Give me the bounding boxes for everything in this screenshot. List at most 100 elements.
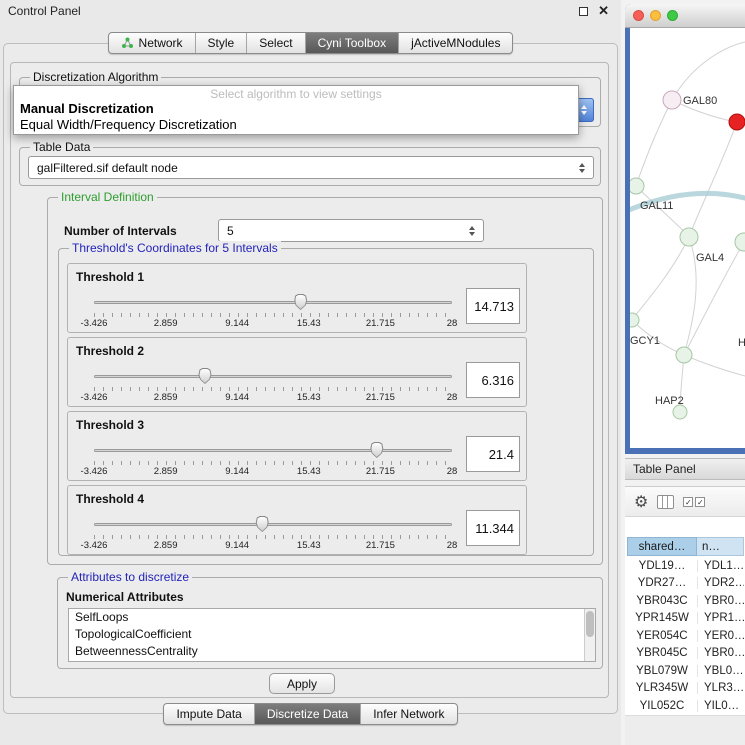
float-window-icon[interactable] bbox=[579, 7, 588, 16]
apply-button[interactable]: Apply bbox=[269, 673, 335, 694]
table-data-combobox[interactable]: galFiltered.sif default node bbox=[28, 156, 594, 179]
node-gal4[interactable] bbox=[680, 228, 698, 246]
list-item[interactable]: SelfLoops bbox=[69, 609, 595, 626]
table-body: YDL19…YDL1… YDR27…YDR2… YBR043CYBR0… YPR… bbox=[627, 557, 745, 715]
slider-thumb[interactable] bbox=[294, 294, 307, 310]
cell: YBR0… bbox=[697, 595, 744, 607]
list-item[interactable]: BetweennessCentrality bbox=[69, 643, 595, 660]
network-icon bbox=[121, 37, 134, 49]
combobox-arrows-icon[interactable] bbox=[579, 163, 585, 173]
network-canvas[interactable]: GAL80 GAL11 GAL4 GCY1 HAP2 H bbox=[630, 28, 745, 448]
tab-network[interactable]: Network bbox=[109, 33, 195, 53]
table-row[interactable]: YLR345WYLR3… bbox=[627, 680, 745, 698]
tab-infer-network[interactable]: Infer Network bbox=[360, 704, 456, 724]
node-gal80[interactable] bbox=[663, 91, 681, 109]
node-gal11[interactable] bbox=[630, 178, 644, 194]
scale-label: 2.859 bbox=[154, 540, 178, 551]
scale-label: 9.144 bbox=[225, 318, 249, 329]
numerical-attributes-list[interactable]: SelfLoops TopologicalCoefficient Between… bbox=[68, 608, 596, 662]
table-row[interactable]: YPR145WYPR1… bbox=[627, 610, 745, 628]
cell: YER054C bbox=[627, 630, 697, 642]
table-bottom-strip bbox=[625, 715, 745, 745]
mac-zoom-icon[interactable] bbox=[667, 10, 678, 21]
gear-icon[interactable] bbox=[634, 492, 648, 512]
table-row[interactable]: YIL052CYIL0… bbox=[627, 697, 745, 715]
checkbox-icon[interactable] bbox=[695, 497, 705, 507]
scale-label: 28 bbox=[447, 540, 458, 551]
popup-item-equal-width[interactable]: Equal Width/Frequency Discretization bbox=[14, 117, 578, 133]
table-panel-title: Table Panel bbox=[633, 462, 696, 476]
tab-impute-data-label: Impute Data bbox=[176, 707, 241, 721]
node-selected-red[interactable] bbox=[729, 114, 745, 130]
slider-track[interactable] bbox=[94, 523, 452, 526]
table-row[interactable]: YER054CYER0… bbox=[627, 627, 745, 645]
table-data-group: Table Data galFiltered.sif default node bbox=[19, 147, 601, 186]
table-row[interactable]: YBR045CYBR0… bbox=[627, 645, 745, 663]
list-scrollbar[interactable] bbox=[584, 609, 595, 661]
column-header-shared-name[interactable]: shared… bbox=[627, 537, 697, 556]
table-data-selected-value: galFiltered.sif default node bbox=[37, 161, 178, 175]
tab-cyni-toolbox[interactable]: Cyni Toolbox bbox=[305, 33, 398, 53]
scrollbar-thumb[interactable] bbox=[586, 611, 594, 637]
interval-definition-group: Interval Definition Number of Intervals … bbox=[47, 197, 603, 565]
node[interactable] bbox=[735, 233, 745, 251]
threshold-2-panel: Threshold 2 -3.426 2.859 9.144 15.43 21.… bbox=[67, 337, 527, 407]
scale-label: 21.715 bbox=[366, 392, 395, 403]
node[interactable] bbox=[676, 347, 692, 363]
slider-track[interactable] bbox=[94, 301, 452, 304]
slider-scale: -3.426 2.859 9.144 15.43 21.715 28 bbox=[94, 318, 452, 330]
close-window-icon[interactable] bbox=[598, 3, 609, 19]
popup-item-manual-discretization[interactable]: Manual Discretization bbox=[14, 101, 578, 117]
tab-select[interactable]: Select bbox=[246, 33, 304, 53]
scale-label: 2.859 bbox=[154, 392, 178, 403]
threshold-2-value-input[interactable] bbox=[466, 362, 520, 398]
tab-style[interactable]: Style bbox=[195, 33, 247, 53]
scale-label: -3.426 bbox=[81, 540, 108, 551]
threshold-3-value-input[interactable] bbox=[466, 436, 520, 472]
table-row[interactable]: YDL19…YDL1… bbox=[627, 557, 745, 575]
tab-style-label: Style bbox=[208, 36, 235, 50]
slider-thumb[interactable] bbox=[198, 368, 211, 384]
slider-scale: -3.426 2.859 9.144 15.43 21.715 28 bbox=[94, 466, 452, 478]
combobox-arrows-icon[interactable] bbox=[469, 226, 475, 236]
number-of-intervals-label: Number of Intervals bbox=[64, 224, 177, 238]
scale-label: 15.43 bbox=[297, 466, 321, 477]
tab-impute-data[interactable]: Impute Data bbox=[164, 704, 253, 724]
table-row[interactable]: YBR043CYBR0… bbox=[627, 592, 745, 610]
tab-discretize-data[interactable]: Discretize Data bbox=[254, 704, 360, 724]
network-graph: GAL80 GAL11 GAL4 GCY1 HAP2 H bbox=[630, 28, 745, 448]
mac-minimize-icon[interactable] bbox=[650, 10, 661, 21]
columns-icon[interactable] bbox=[657, 495, 674, 509]
threshold-2-slider[interactable] bbox=[94, 368, 452, 385]
node-label: GAL80 bbox=[683, 95, 717, 107]
cell: YLR3… bbox=[697, 682, 744, 694]
scale-label: 28 bbox=[447, 466, 458, 477]
slider-track[interactable] bbox=[94, 375, 452, 378]
threshold-1-label: Threshold 1 bbox=[76, 270, 144, 284]
cyni-toolbox-panel: Discretization Algorithm Select algorith… bbox=[10, 62, 609, 698]
scale-label: 21.715 bbox=[366, 466, 395, 477]
threshold-1-slider[interactable] bbox=[94, 294, 452, 311]
node-hap2[interactable] bbox=[673, 405, 687, 419]
scale-label: -3.426 bbox=[81, 318, 108, 329]
slider-thumb[interactable] bbox=[256, 516, 269, 532]
threshold-1-value-input[interactable] bbox=[466, 288, 520, 324]
slider-track[interactable] bbox=[94, 449, 452, 452]
number-of-intervals-combobox[interactable]: 5 bbox=[218, 219, 484, 242]
checkbox-icon[interactable] bbox=[683, 497, 693, 507]
table-row[interactable]: YBL079WYBL0… bbox=[627, 662, 745, 680]
scale-label: 9.144 bbox=[225, 466, 249, 477]
column-header-name[interactable]: n… bbox=[697, 537, 744, 556]
node-gcy1[interactable] bbox=[630, 313, 639, 327]
threshold-3-slider[interactable] bbox=[94, 442, 452, 459]
threshold-4-value-input[interactable] bbox=[466, 510, 520, 546]
threshold-4-slider[interactable] bbox=[94, 516, 452, 533]
list-item[interactable]: TopologicalCoefficient bbox=[69, 626, 595, 643]
tab-jactivemnodules[interactable]: jActiveMNodules bbox=[398, 33, 512, 53]
slider-thumb[interactable] bbox=[370, 442, 383, 458]
thresholds-group-label: Threshold's Coordinates for 5 Intervals bbox=[69, 241, 281, 255]
mac-close-icon[interactable] bbox=[633, 10, 644, 21]
table-row[interactable]: YDR27…YDR2… bbox=[627, 575, 745, 593]
bottom-tab-bar: Impute Data Discretize Data Infer Networ… bbox=[0, 703, 621, 725]
cell: YBR0… bbox=[697, 647, 744, 659]
